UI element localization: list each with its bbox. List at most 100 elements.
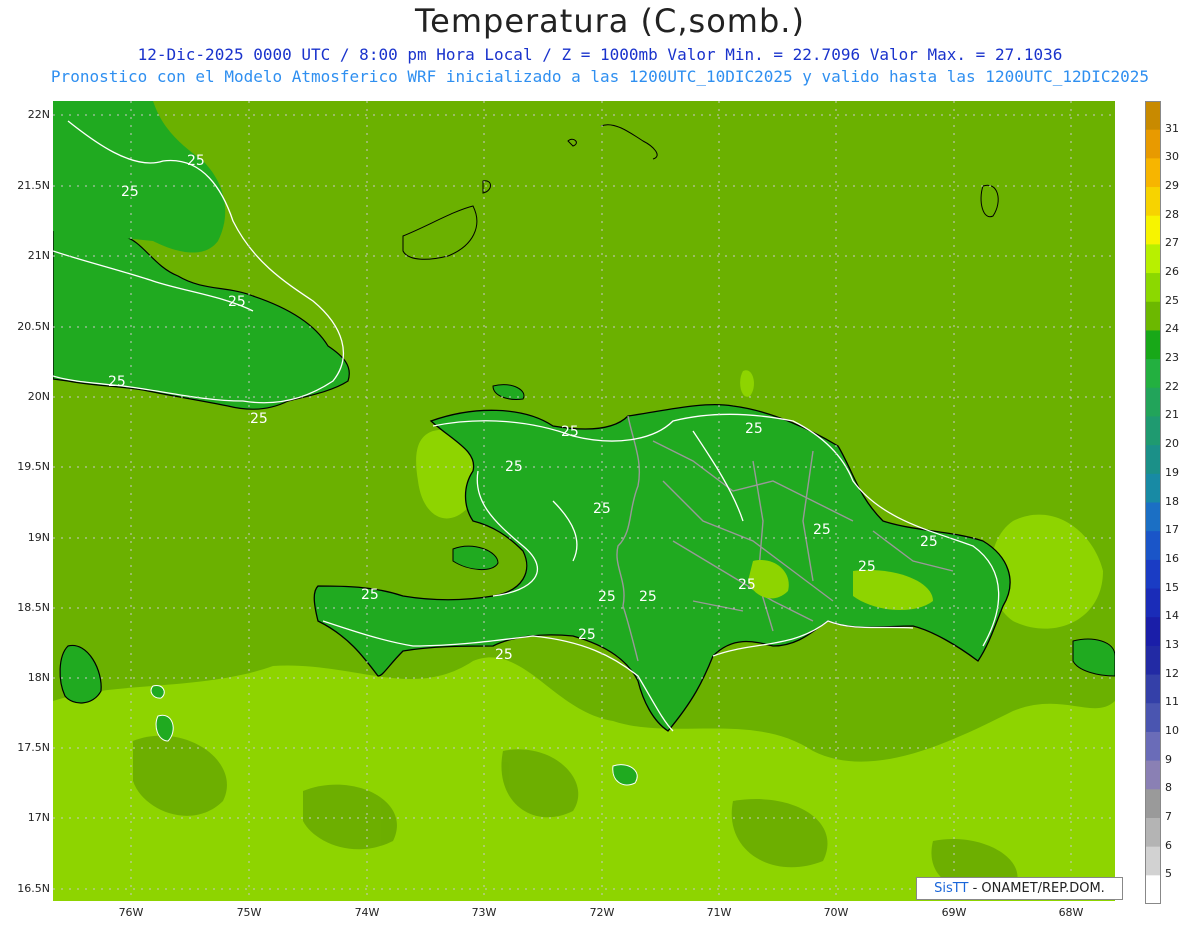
contour-label: 25: [561, 424, 579, 440]
colorbar-tick-label: 23: [1165, 351, 1179, 365]
colorbar-swatch: [1145, 559, 1161, 590]
contour-label: 25: [639, 589, 657, 605]
model-description: Pronostico con el Modelo Atmosferico WRF…: [50, 67, 1150, 86]
colorbar-swatch: [1145, 330, 1161, 360]
contour-label: 25: [250, 411, 268, 427]
colorbar-tick-label: 14: [1165, 609, 1179, 623]
lon-label: 70W: [823, 906, 849, 919]
colorbar-swatch: [1145, 445, 1161, 475]
contour-label: 25: [593, 501, 611, 517]
lat-label: 18N: [27, 671, 50, 684]
lon-label: 76W: [118, 906, 144, 919]
colorbar-tick-label: 16: [1165, 551, 1179, 565]
lat-label: 21.5N: [17, 179, 50, 192]
temperature-colorbar: [1145, 101, 1161, 904]
lon-label: 75W: [236, 906, 262, 919]
colorbar-swatch: [1145, 129, 1161, 159]
lon-label: 71W: [706, 906, 732, 919]
colorbar-tick-label: 21: [1165, 408, 1179, 422]
colorbar-swatch: [1145, 273, 1161, 303]
lon-label: 72W: [589, 906, 615, 919]
map-title: Temperatura (C,somb.): [415, 2, 805, 40]
colorbar-tick-label: 7: [1165, 809, 1172, 823]
credit-text: - ONAMET/REP.DOM.: [968, 881, 1105, 896]
lat-label: 20N: [27, 390, 50, 403]
colorbar-tick-label: 22: [1165, 379, 1179, 393]
colorbar-swatch: [1145, 359, 1161, 389]
colorbar-swatch: [1145, 531, 1161, 561]
temperature-map: 25 25 25 25 25 25 25 25 25 25 25 25 25 2…: [53, 101, 1115, 901]
colorbar-swatch: [1145, 617, 1161, 647]
colorbar-tick-label: 27: [1165, 236, 1179, 250]
colorbar-tick-label: 10: [1165, 723, 1179, 737]
sistt-logo: SisTT: [934, 881, 969, 896]
contour-label: 25: [578, 627, 596, 643]
lat-label: 18.5N: [17, 601, 50, 614]
colorbar-swatch: [1145, 301, 1161, 331]
colorbar-tick-label: 12: [1165, 666, 1179, 680]
contour-label: 25: [920, 534, 938, 550]
colorbar-swatch: [1145, 387, 1161, 417]
colorbar-swatch: [1145, 588, 1161, 618]
colorbar-tick-label: 29: [1165, 179, 1179, 193]
contour-label: 25: [361, 587, 379, 603]
lat-label: 17.5N: [17, 741, 50, 754]
colorbar-swatch: [1145, 817, 1161, 848]
colorbar-swatch: [1145, 645, 1161, 676]
colorbar-swatch: [1145, 875, 1161, 904]
colorbar-tick-label: 17: [1165, 523, 1179, 537]
colorbar-tick-label: 24: [1165, 322, 1179, 336]
lat-label: 19.5N: [17, 460, 50, 473]
colorbar-swatch: [1145, 846, 1161, 876]
contour-label: 25: [121, 184, 139, 200]
lat-label: 17N: [27, 811, 50, 824]
lat-label: 21N: [27, 249, 50, 262]
colorbar-tick-label: 26: [1165, 265, 1179, 279]
colorbar-tick-label: 15: [1165, 580, 1179, 594]
colorbar-tick-label: 20: [1165, 437, 1179, 451]
colorbar-swatch: [1145, 158, 1161, 188]
colorbar-swatch: [1145, 244, 1161, 274]
contour-label: 25: [108, 374, 126, 390]
colorbar-swatch: [1145, 187, 1161, 217]
contour-label: 25: [228, 294, 246, 310]
colorbar-tick-label: 30: [1165, 150, 1179, 164]
colorbar-swatch: [1145, 703, 1161, 733]
colorbar-tick-label: 11: [1165, 695, 1179, 709]
colorbar-tick-label: 31: [1165, 121, 1179, 135]
lon-label: 68W: [1058, 906, 1084, 919]
colorbar-tick-label: 9: [1165, 752, 1172, 766]
lat-label: 19N: [27, 531, 50, 544]
colorbar-swatch: [1145, 674, 1161, 704]
contour-label: 25: [745, 421, 763, 437]
colorbar-tick-label: 5: [1165, 867, 1172, 881]
contour-label: 25: [738, 577, 756, 593]
colorbar-swatch: [1145, 502, 1161, 532]
contour-label: 25: [495, 647, 513, 663]
credit-box: SisTT - ONAMET/REP.DOM.: [916, 877, 1123, 900]
lat-label: 22N: [27, 108, 50, 121]
colorbar-swatch: [1145, 473, 1161, 503]
lon-label: 69W: [941, 906, 967, 919]
lon-label: 74W: [354, 906, 380, 919]
contour-label: 25: [598, 589, 616, 605]
contour-label: 25: [858, 559, 876, 575]
lat-label: 20.5N: [17, 320, 50, 333]
contour-label: 25: [813, 522, 831, 538]
colorbar-tick-label: 13: [1165, 637, 1179, 651]
colorbar-swatch: [1145, 760, 1161, 790]
colorbar-swatch: [1145, 789, 1161, 819]
colorbar-tick-label: 25: [1165, 293, 1179, 307]
contour-label: 25: [505, 459, 523, 475]
lat-label: 16.5N: [17, 882, 50, 895]
colorbar-tick-label: 8: [1165, 781, 1172, 795]
colorbar-swatch: [1145, 731, 1161, 762]
colorbar-tick-label: 18: [1165, 494, 1179, 508]
lon-label: 73W: [471, 906, 497, 919]
contour-label: 25: [187, 153, 205, 169]
colorbar-swatch: [1145, 215, 1161, 245]
colorbar-swatch: [1145, 416, 1161, 446]
colorbar-tick-label: 28: [1165, 207, 1179, 221]
colorbar-tick-label: 6: [1165, 838, 1172, 852]
forecast-valid-time: 12-Dic-2025 0000 UTC / 8:00 pm Hora Loca…: [137, 45, 1063, 64]
